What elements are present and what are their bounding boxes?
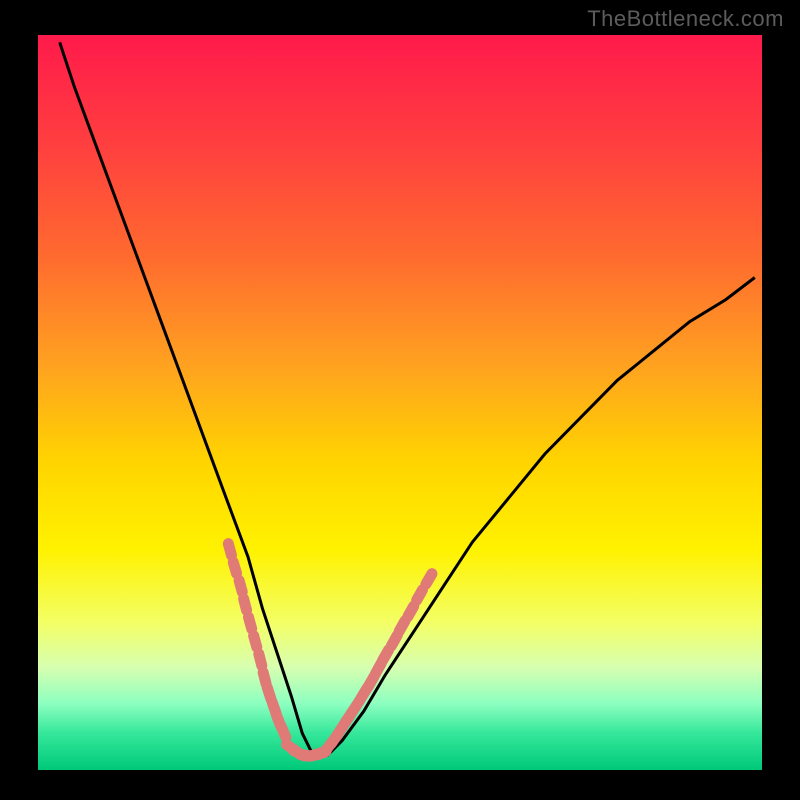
chart-svg (0, 0, 800, 800)
curve-marker (383, 650, 389, 661)
curve-marker (417, 590, 423, 601)
curve-marker (391, 635, 397, 646)
curve-marker (259, 654, 262, 666)
curve-marker (228, 544, 231, 556)
plot-area (38, 35, 762, 770)
curve-marker (408, 606, 414, 617)
curve-marker (239, 581, 242, 593)
chart-frame: TheBottleneck.com (0, 0, 800, 800)
curve-marker (233, 562, 236, 574)
curve-marker (249, 617, 252, 629)
curve-marker (281, 726, 286, 737)
curve-marker (254, 636, 257, 648)
curve-marker (244, 599, 247, 611)
curve-marker (426, 574, 432, 584)
curve-marker (399, 621, 405, 632)
watermark-text: TheBottleneck.com (587, 6, 784, 32)
curve-marker (315, 751, 327, 755)
